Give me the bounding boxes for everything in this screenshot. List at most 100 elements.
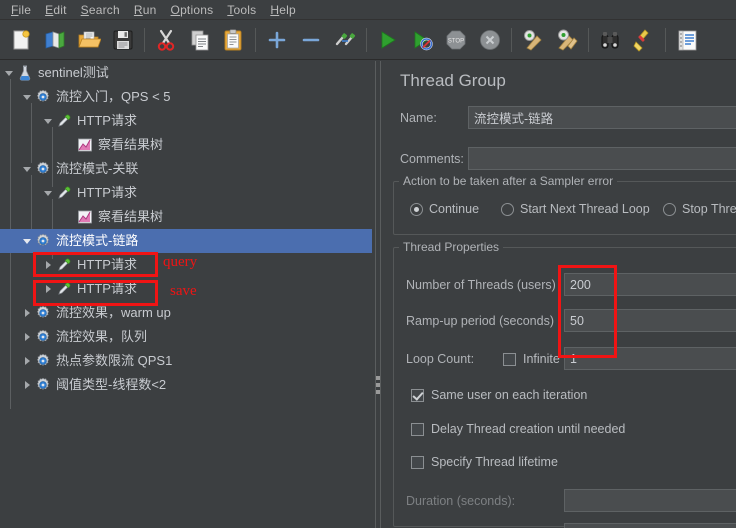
tree-node-thread-group-queue[interactable]: 流控效果，队列 [0,325,372,349]
minus-icon[interactable] [294,23,328,57]
tree-node-view-results-tree-1[interactable]: 察看结果树 [0,133,372,157]
templates-icon[interactable] [38,23,72,57]
save-floppy-icon[interactable] [106,23,140,57]
menu-item-run[interactable]: Run [127,1,164,19]
tree-node-label: 阈值类型-线程数<2 [56,377,167,392]
radio-start-next-thread-loop[interactable]: Start Next Thread Loop [501,202,650,216]
tree-node-thread-group-2[interactable]: 流控模式-关联 [0,157,372,181]
toggle-icon[interactable] [328,23,362,57]
clear-all-icon[interactable] [550,23,584,57]
function-helper-icon[interactable] [670,23,704,57]
splitter-grip-dot [376,376,380,380]
tree-node-label: 察看结果树 [98,209,164,224]
expand-toggle[interactable] [20,85,34,109]
tree-node-label: sentinel测试 [38,65,109,80]
shutdown-icon[interactable] [473,23,507,57]
tree-node-http-sampler-2[interactable]: HTTP请求 [0,181,372,205]
delay-thread-creation-label: Delay Thread creation until needed [431,422,626,436]
comments-input[interactable] [468,147,736,170]
menu-item-search[interactable]: Search [74,1,127,19]
start-no-pauses-icon[interactable] [405,23,439,57]
toolbar-separator-3 [366,28,367,52]
radio-stop-thread[interactable]: Stop Thre [663,202,736,216]
delay-thread-creation-checkbox[interactable]: Delay Thread creation until needed [411,422,625,436]
infinite-checkbox-indicator [503,352,516,366]
menu-item-options[interactable]: Options [164,1,221,19]
expand-toggle[interactable] [41,109,55,133]
startup-delay-input[interactable] [564,523,736,528]
menu-item-file[interactable]: File [4,1,38,19]
sampler-error-group-title: Action to be taken after a Sampler error [399,174,618,188]
thread-group-icon [34,376,52,394]
thread-group-icon [34,304,52,322]
toolbar-separator-6 [665,28,666,52]
tree-node-label: 流控模式-链路 [56,233,139,248]
same-user-checkbox[interactable]: Same user on each iteration [411,388,587,402]
clear-icon[interactable] [516,23,550,57]
http-sampler-icon [55,112,73,130]
radio-continue-label: Continue [429,202,480,216]
expand-toggle[interactable] [20,349,34,373]
menu-item-label: dit [53,2,67,17]
tree-node-label: 热点参数限流 QPS1 [56,353,173,368]
annotation-label-query: query [163,254,198,270]
tree-node-thread-group-hotspot[interactable]: 热点参数限流 QPS1 [0,349,372,373]
jmeter-window: File Edit Search Run Options Tools Help [0,0,736,528]
start-play-icon[interactable] [371,23,405,57]
expand-toggle[interactable] [2,61,16,85]
expand-toggle[interactable] [20,229,34,253]
infinite-checkbox[interactable]: Infinite [503,352,560,366]
page-title: Thread Group [400,71,506,90]
expand-toggle[interactable] [20,373,34,397]
radio-continue[interactable]: Continue [410,202,479,216]
copy-icon[interactable] [183,23,217,57]
specify-thread-lifetime-label: Specify Thread lifetime [431,455,558,469]
tree-node-label: 流控模式-关联 [56,161,139,176]
name-input[interactable] [468,106,736,129]
menu-item-help[interactable]: Help [263,1,303,19]
stop-icon[interactable]: STOP [439,23,473,57]
menu-item-mnemonic: R [133,2,143,17]
new-document-icon[interactable] [4,23,38,57]
test-plan-tree[interactable]: sentinel测试 流控入门，QPS < 5 HTTP请求 察看结果树 流控模… [0,61,372,528]
menu-item-tools[interactable]: Tools [220,1,263,19]
expand-toggle[interactable] [20,325,34,349]
radio-start-next-thread-loop-label: Start Next Thread Loop [520,202,650,216]
thread-group-icon [34,232,52,250]
menu-item-label: ptions [180,2,214,17]
thread-properties-group-title: Thread Properties [399,240,504,254]
cut-scissors-icon[interactable] [149,23,183,57]
specify-thread-lifetime-checkbox[interactable]: Specify Thread lifetime [411,455,558,469]
reset-search-broom-icon[interactable] [627,23,661,57]
number-of-threads-label: Number of Threads (users) [406,278,556,292]
same-user-checkbox-indicator [411,388,424,402]
tree-node-view-results-tree-2[interactable]: 察看结果树 [0,205,372,229]
toolbar-separator-5 [588,28,589,52]
pane-splitter[interactable] [372,61,384,528]
tree-node-thread-group-threshold[interactable]: 阈值类型-线程数<2 [0,373,372,397]
splitter-grip-dot [376,390,380,394]
annotation-label-save: save [170,283,197,299]
search-binoculars-icon[interactable] [593,23,627,57]
menu-item-label: elp [279,2,296,17]
tree-node-http-sampler-1[interactable]: HTTP请求 [0,109,372,133]
infinite-label: Infinite [523,352,560,366]
menu-item-mnemonic: H [270,2,280,17]
annotation-box-thread-properties [558,265,617,358]
menu-item-edit[interactable]: Edit [38,1,74,19]
plus-icon[interactable] [260,23,294,57]
paste-clipboard-icon[interactable] [217,23,251,57]
expand-toggle[interactable] [20,301,34,325]
open-folder-icon[interactable] [72,23,106,57]
duration-input[interactable] [564,489,736,512]
expand-toggle[interactable] [41,181,55,205]
annotation-box-save [33,280,158,306]
tree-node-test-plan[interactable]: sentinel测试 [0,61,372,85]
menu-item-mnemonic: O [170,2,181,17]
tree-node-thread-group-1[interactable]: 流控入门，QPS < 5 [0,85,372,109]
tree-node-thread-group-selected[interactable]: 流控模式-链路 [0,229,372,253]
radio-continue-indicator [410,202,423,216]
expand-toggle[interactable] [20,157,34,181]
toolbar-separator-1 [144,28,145,52]
toolbar: STOP [0,21,736,60]
